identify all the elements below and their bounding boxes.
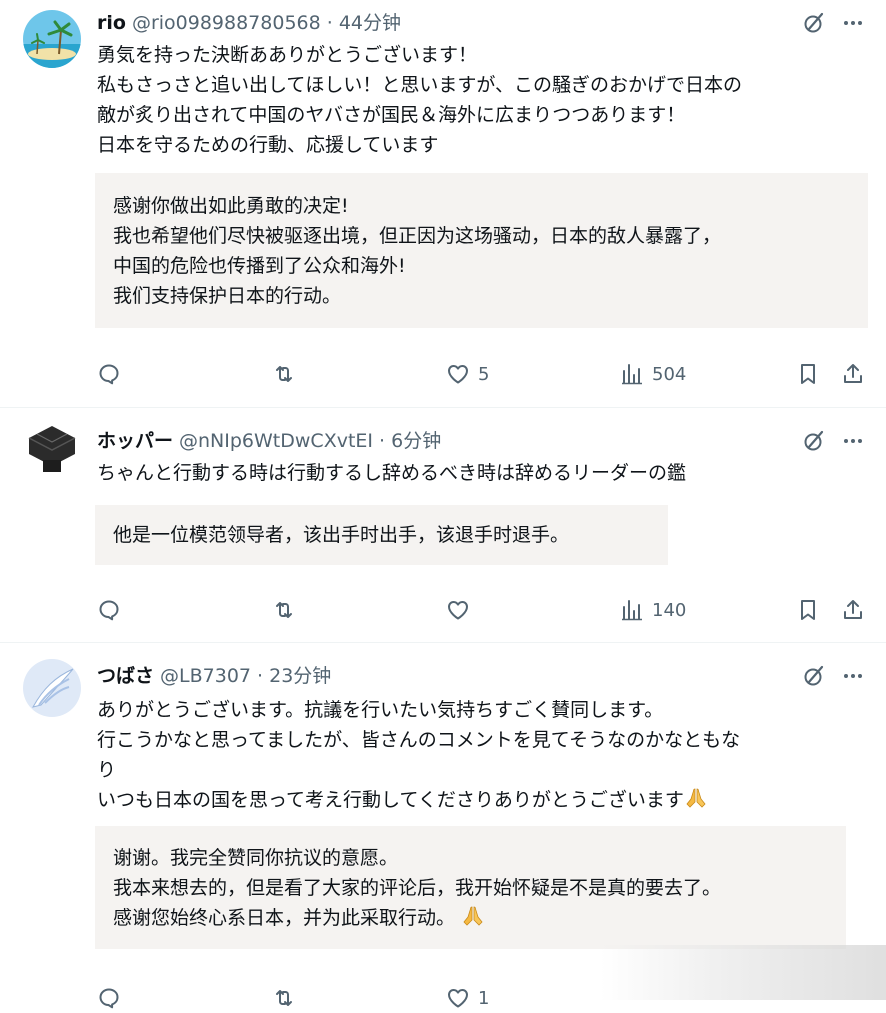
avatar[interactable]: [23, 10, 81, 68]
translation-box: 谢谢。我完全赞同你抗议的意愿。 我本来想去的，但是看了大家的评论后，我开始怀疑是…: [95, 826, 846, 949]
text-line-content: いつも日本の国を思って考え行動してくださりありがとうございます: [97, 789, 684, 811]
views-button[interactable]: 140: [620, 595, 686, 625]
post-header: つばさ @LB7307 · 23分钟: [97, 661, 331, 691]
bookmark-button[interactable]: [796, 595, 820, 625]
translation-box: 感谢你做出如此勇敢的决定! 我也希望他们尽快被驱逐出境，但正因为这场骚动，日本的…: [95, 173, 868, 328]
reply-button[interactable]: [97, 983, 121, 1013]
reply-button[interactable]: [97, 595, 121, 625]
handle-time[interactable]: @rio098988780568 · 44分钟: [132, 12, 401, 34]
bookmark-button[interactable]: [796, 359, 820, 389]
text-line: 日本を守るための行動、応援しています: [97, 134, 439, 156]
repost-button[interactable]: [272, 595, 296, 625]
bookmark-icon: [796, 598, 820, 622]
translation-line: 谢谢。我完全赞同你抗议的意愿。: [113, 847, 399, 869]
watermark-blur: [600, 945, 886, 1000]
text-line: 勇気を持った決断あありがとうございます！: [97, 44, 478, 66]
repost-button[interactable]: [272, 359, 296, 389]
bookmark-icon: [796, 362, 820, 386]
share-button[interactable]: [841, 359, 865, 389]
views-icon: [620, 598, 644, 622]
grok-icon[interactable]: [799, 426, 829, 456]
more-icon[interactable]: [838, 426, 868, 456]
translation-line: 他是一位模范领导者，该出手时出手，该退手时退手。: [113, 524, 570, 546]
translation-line: 我本来想去的，但是看了大家的评论后，我开始怀疑是不是真的要去了。: [113, 877, 722, 899]
display-name[interactable]: ホッパー: [97, 430, 173, 452]
display-name[interactable]: つばさ: [97, 665, 154, 687]
heart-icon: [446, 598, 470, 622]
text-line: 行こうかなと思ってましたが、皆さんのコメントを見てそうなのかなともな: [97, 729, 741, 751]
repost-icon: [272, 986, 296, 1010]
translation-line: 感谢您始终心系日本，并为此采取行动。: [113, 903, 846, 933]
action-bar: 5 504: [0, 359, 886, 389]
more-icon[interactable]: [838, 661, 868, 691]
views-icon: [620, 362, 644, 386]
text-line: 私もさっさと追い出してほしい！と思いますが、この騒ぎのおかげで日本の: [97, 74, 743, 96]
text-line: ありがとうございます。抗議を行いたい気持ちすごく賛同します。: [97, 699, 664, 721]
folded-hands-emoji: [461, 904, 485, 928]
translation-line: 我们支持保护日本的行动。: [113, 285, 342, 307]
avatar[interactable]: [23, 659, 81, 717]
like-button[interactable]: 5: [446, 359, 489, 389]
grok-icon[interactable]: [799, 661, 829, 691]
text-line: 敵が炙り出されて中国のヤバさが国民＆海外に広まりつつあります！: [97, 104, 686, 126]
share-icon: [841, 598, 865, 622]
display-name[interactable]: rio: [97, 12, 126, 34]
like-button[interactable]: [446, 595, 478, 625]
translation-line-content: 感谢您始终心系日本，并为此采取行动。: [113, 907, 456, 929]
reply-icon: [97, 598, 121, 622]
translation-line: 中国的危险也传播到了公众和海外!: [113, 255, 406, 277]
post-rio[interactable]: rio @rio098988780568 · 44分钟 勇気を持った決断あありがと…: [0, 0, 886, 405]
like-count: 1: [478, 987, 490, 1009]
grok-icon[interactable]: [799, 8, 829, 38]
avatar-block-image: [23, 420, 81, 478]
avatar-wing-image: [23, 659, 81, 717]
text-line: ちゃんと行動する時は行動するし辞めるべき時は辞めるリーダーの鑑: [97, 462, 687, 484]
repost-icon: [272, 598, 296, 622]
like-button[interactable]: 1: [446, 983, 489, 1013]
heart-icon: [446, 986, 470, 1010]
translation-line: 我也希望他们尽快被驱逐出境，但正因为这场骚动，日本的敌人暴露了，: [113, 225, 722, 247]
more-icon[interactable]: [838, 8, 868, 38]
translation-line: 感谢你做出如此勇敢的决定!: [113, 195, 349, 217]
post-hopper[interactable]: ホッパー @nNIp6WtDwCXvtEI · 6分钟 ちゃんと行動する時は行動す…: [0, 408, 886, 641]
post-text: 勇気を持った決断あありがとうございます！ 私もさっさと追い出してほしい！と思いま…: [97, 40, 864, 160]
repost-button[interactable]: [272, 983, 296, 1013]
post-header: ホッパー @nNIp6WtDwCXvtEI · 6分钟: [97, 426, 441, 456]
views-button[interactable]: 504: [620, 359, 686, 389]
text-line: り: [97, 759, 117, 781]
view-count: 504: [652, 363, 687, 385]
repost-icon: [272, 362, 296, 386]
share-icon: [841, 362, 865, 386]
handle-time[interactable]: @LB7307 · 23分钟: [160, 665, 331, 687]
like-count: 5: [478, 363, 490, 385]
reply-icon: [97, 362, 121, 386]
avatar[interactable]: [23, 420, 81, 478]
folded-hands-emoji: [684, 786, 708, 810]
reply-button[interactable]: [97, 359, 121, 389]
post-text: ちゃんと行動する時は行動するし辞めるべき時は辞めるリーダーの鑑: [97, 458, 864, 488]
view-count: 140: [652, 599, 687, 621]
share-button[interactable]: [841, 595, 865, 625]
text-line: いつも日本の国を思って考え行動してくださりありがとうございます: [97, 785, 864, 815]
post-header: rio @rio098988780568 · 44分钟: [97, 8, 401, 38]
avatar-beach-image: [23, 10, 81, 68]
heart-icon: [446, 362, 470, 386]
post-text: ありがとうございます。抗議を行いたい気持ちすごく賛同します。 行こうかなと思って…: [97, 695, 864, 815]
reply-icon: [97, 986, 121, 1010]
action-bar: 140: [0, 595, 886, 625]
translation-box: 他是一位模范领导者，该出手时出手，该退手时退手。: [95, 505, 668, 565]
handle-time[interactable]: @nNIp6WtDwCXvtEI · 6分钟: [179, 430, 441, 452]
